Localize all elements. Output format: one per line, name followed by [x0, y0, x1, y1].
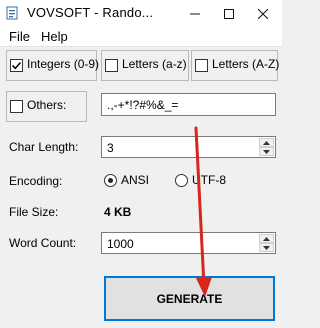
generate-button[interactable]: GENERATE: [104, 276, 275, 321]
word-count-up-button[interactable]: [259, 234, 274, 243]
word-count-label: Word Count:: [9, 236, 77, 250]
word-count-down-button[interactable]: [259, 243, 274, 252]
title-bar[interactable]: VOVSOFT - Rando...: [0, 0, 282, 27]
lowercase-checkbox[interactable]: [105, 59, 118, 72]
maximize-button[interactable]: [212, 0, 246, 27]
maximize-icon: [224, 8, 234, 19]
others-option: Others:: [6, 91, 87, 122]
lowercase-label: Letters (a-z): [122, 57, 187, 71]
char-length-stepper[interactable]: 3: [101, 136, 276, 158]
char-length-value: 3: [107, 141, 114, 155]
ansi-radio[interactable]: [104, 174, 117, 187]
encoding-label: Encoding:: [9, 174, 63, 188]
char-length-up-button[interactable]: [259, 138, 274, 147]
word-count-stepper[interactable]: 1000: [101, 232, 276, 254]
integers-option: Integers (0-9): [6, 50, 100, 81]
close-icon: [258, 8, 268, 19]
arrow-down-icon: [263, 149, 270, 154]
uppercase-label: Letters (A-Z): [212, 57, 280, 71]
others-input[interactable]: .,-+*!?#%&_=: [101, 93, 276, 116]
file-size-value: 4 KB: [104, 205, 132, 219]
uppercase-checkbox[interactable]: [195, 59, 208, 72]
utf8-radio[interactable]: [175, 174, 188, 187]
menu-help[interactable]: Help: [39, 28, 70, 45]
window-title: VOVSOFT - Rando...: [27, 5, 154, 20]
checkmark-icon: [11, 61, 22, 70]
char-length-label: Char Length:: [9, 140, 79, 154]
arrow-down-icon: [263, 245, 270, 250]
arrow-up-icon: [263, 236, 270, 241]
arrow-up-icon: [263, 140, 270, 145]
char-length-down-button[interactable]: [259, 147, 274, 156]
integers-checkbox[interactable]: [10, 59, 23, 72]
menu-file[interactable]: File: [7, 28, 32, 45]
minimize-icon: [190, 13, 200, 14]
ansi-radio-label[interactable]: ANSI: [121, 173, 149, 187]
close-button[interactable]: [246, 0, 280, 27]
integers-label: Integers (0-9): [27, 57, 100, 71]
radio-selected-dot: [108, 178, 113, 183]
word-count-value: 1000: [107, 237, 134, 251]
others-checkbox[interactable]: [10, 100, 23, 113]
utf8-radio-label[interactable]: UTF-8: [192, 173, 226, 187]
others-label: Others:: [27, 98, 67, 112]
menu-bar: File Help: [0, 27, 282, 47]
app-icon: [6, 6, 18, 20]
minimize-button[interactable]: [178, 0, 212, 27]
lowercase-option: Letters (a-z): [101, 50, 189, 81]
uppercase-option: Letters (A-Z): [191, 50, 280, 81]
file-size-label: File Size:: [9, 205, 59, 219]
